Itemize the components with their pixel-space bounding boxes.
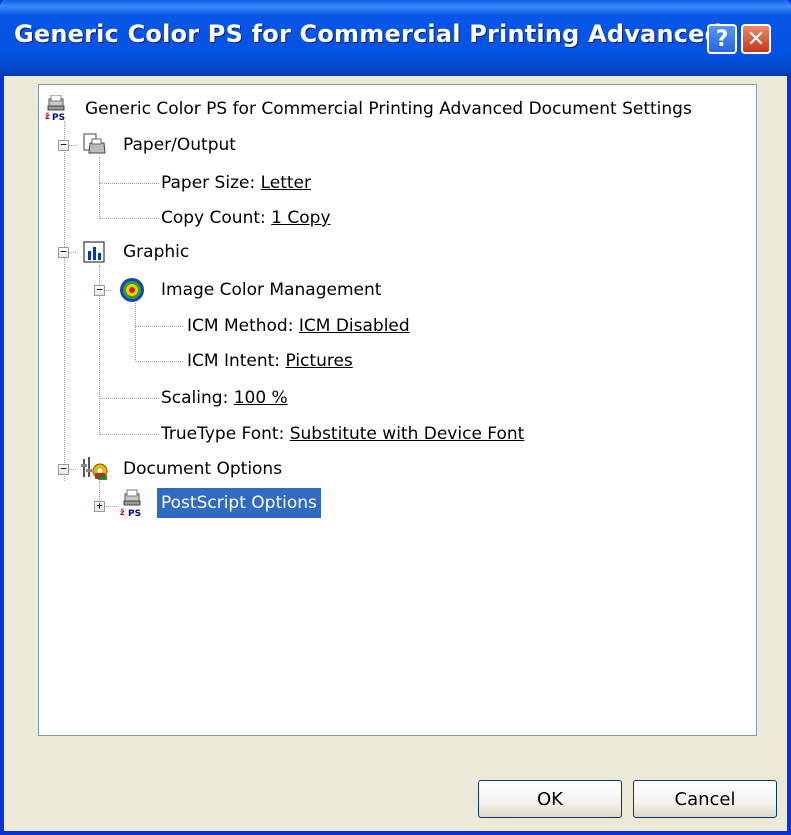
tree-line: [99, 398, 159, 399]
collapse-icon[interactable]: −: [58, 463, 69, 475]
printer-ps-icon: ž PS: [45, 94, 67, 123]
paper-size-label: Paper Size:: [161, 173, 261, 193]
close-button[interactable]: ✕: [741, 24, 771, 54]
svg-text:PS: PS: [52, 113, 65, 121]
printer-ps-icon: ž PS: [119, 489, 141, 519]
tree-item-copy-count[interactable]: Copy Count: 1 Copy: [161, 206, 331, 230]
tree-line: [99, 157, 100, 219]
title-bar[interactable]: Generic Color PS for Commercial Printing…: [0, 0, 791, 76]
collapse-icon[interactable]: −: [58, 139, 69, 151]
tree-line: [135, 303, 136, 362]
tree-line: [99, 218, 159, 219]
icm-method-value[interactable]: ICM Disabled: [299, 316, 410, 336]
ok-button[interactable]: OK: [478, 780, 622, 818]
copy-count-label: Copy Count:: [161, 208, 272, 228]
tree-item-icm-method[interactable]: ICM Method: ICM Disabled: [187, 314, 410, 338]
icm-intent-label: ICM Intent:: [187, 351, 286, 371]
svg-text:PS: PS: [128, 509, 141, 517]
document-options-icon: [81, 455, 108, 480]
graphic-chart-icon: [83, 241, 105, 263]
tree-line: [99, 434, 159, 435]
tree-line: [135, 326, 183, 327]
settings-tree[interactable]: ž PS Generic Color PS for Commercial Pri…: [38, 84, 757, 736]
tree-item-postscript-options[interactable]: PostScript Options: [157, 488, 321, 518]
tree-item-icm-intent[interactable]: ICM Intent: Pictures: [187, 349, 353, 373]
close-icon: ✕: [746, 26, 766, 52]
collapse-icon[interactable]: −: [94, 284, 105, 296]
cancel-button[interactable]: Cancel: [633, 780, 777, 818]
help-icon: ?: [715, 26, 729, 52]
color-target-icon: [119, 277, 144, 302]
svg-text:ž: ž: [45, 112, 50, 121]
window-title: Generic Color PS for Commercial Printing…: [14, 20, 759, 48]
tree-item-truetype-font[interactable]: TrueType Font: Substitute with Device Fo…: [161, 422, 524, 446]
svg-text:ž: ž: [120, 508, 125, 517]
help-button[interactable]: ?: [707, 24, 737, 54]
tree-item-document-options[interactable]: Document Options: [123, 457, 282, 481]
tree-line: [64, 121, 65, 481]
tree-line: [135, 361, 183, 362]
truetype-label: TrueType Font:: [161, 424, 290, 444]
copy-count-value[interactable]: 1 Copy: [271, 208, 330, 228]
scaling-label: Scaling:: [161, 388, 234, 408]
tree-item-paper-output[interactable]: Paper/Output: [123, 133, 236, 157]
tree-line: [99, 183, 159, 184]
tree-root-label[interactable]: Generic Color PS for Commercial Printing…: [85, 97, 692, 121]
tree-item-paper-size[interactable]: Paper Size: Letter: [161, 171, 311, 195]
paper-size-value[interactable]: Letter: [261, 173, 311, 193]
postscript-options-label: PostScript Options: [157, 488, 321, 518]
truetype-value[interactable]: Substitute with Device Font: [290, 424, 525, 444]
tree-item-icm[interactable]: Image Color Management: [161, 278, 381, 302]
collapse-icon[interactable]: −: [58, 246, 69, 258]
paper-output-icon: [81, 133, 106, 155]
dialog-window: Generic Color PS for Commercial Printing…: [0, 0, 791, 835]
expand-icon[interactable]: +: [94, 500, 105, 512]
icm-method-label: ICM Method:: [187, 316, 299, 336]
tree-item-scaling[interactable]: Scaling: 100 %: [161, 386, 288, 410]
scaling-value[interactable]: 100 %: [234, 388, 288, 408]
icm-intent-value[interactable]: Pictures: [285, 351, 352, 371]
tree-item-graphic[interactable]: Graphic: [123, 240, 189, 264]
